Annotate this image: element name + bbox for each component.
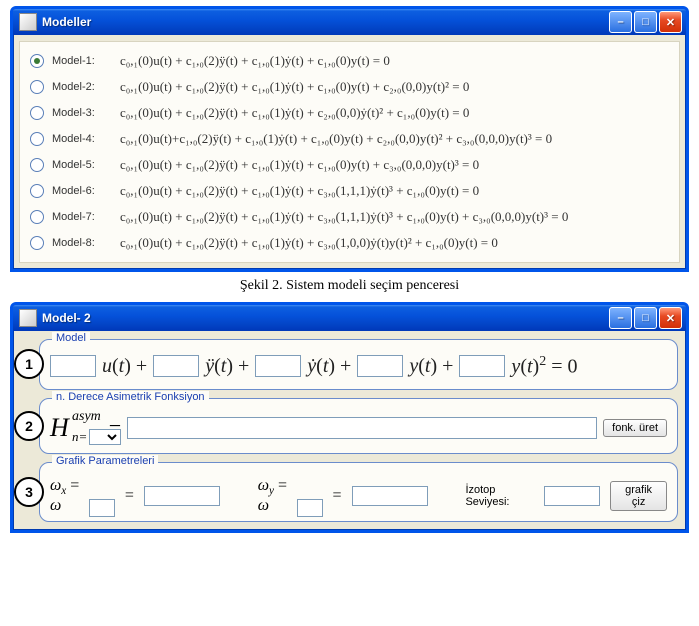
wx-sub-input[interactable] (89, 499, 115, 517)
app-icon (19, 309, 37, 327)
section-badge-2: 2 (14, 411, 44, 441)
model-label: Model-4: (52, 133, 112, 145)
model-row: Model-3: c₀,₁(0)u(t) + c₁,₀(2)ÿ(t) + c₁,… (28, 100, 671, 126)
model-label: Model-8: (52, 237, 112, 249)
window-title: Model- 2 (42, 311, 609, 325)
app-icon (19, 13, 37, 31)
fonk-uret-button[interactable]: fonk. üret (603, 419, 667, 437)
equals-sign: = (125, 487, 134, 505)
titlebar[interactable]: Model- 2 – □ ✕ (13, 305, 686, 331)
hn-sub-prefix: n= (72, 429, 87, 445)
params-row: ωx = ω = ωy = ω = İzotop Seviyesi: grafi… (50, 477, 667, 515)
model-label: Model-5: (52, 159, 112, 171)
izotop-label: İzotop Seviyesi: (465, 484, 534, 508)
model-label: Model-7: (52, 211, 112, 223)
wx-value-input[interactable] (144, 486, 220, 506)
model-row: Model-4: c₀,₁(0)u(t)+c₁,₀(2)ÿ(t) + c₁,₀(… (28, 126, 671, 152)
hn-order-select[interactable] (89, 429, 121, 445)
hn-row: H asym n= = fonk. üret (50, 413, 667, 443)
hn-symbol: H asym n= (50, 413, 103, 443)
grafik-groupbox: Grafik Parametreleri 3 ωx = ω = ωy = ω =… (39, 462, 678, 522)
model-equation: c₀,₁(0)u(t) + c₁,₀(2)ÿ(t) + c₁,₀(1)ẏ(t) … (120, 105, 469, 121)
figure-caption: Şekil 2. Sistem modeli seçim penceresi (0, 278, 699, 294)
model-equation: c₀,₁(0)u(t) + c₁,₀(2)ÿ(t) + c₁,₀(1)ẏ(t) … (120, 79, 469, 95)
modeller-window: Modeller – □ ✕ Model-1: c₀,₁(0)u(t) + c₁… (10, 6, 689, 272)
model-equation: c₀,₁(0)u(t) + c₁,₀(2)ÿ(t) + c₁,₀(1)ẏ(t) … (120, 53, 390, 69)
model-equation: c₀,₁(0)u(t) + c₁,₀(2)ÿ(t) + c₁,₀(1)ẏ(t) … (120, 209, 568, 225)
hn-sub: n= (72, 429, 121, 445)
model-label: Model-1: (52, 55, 112, 67)
model-row: Model-1: c₀,₁(0)u(t) + c₁,₀(2)ÿ(t) + c₁,… (28, 48, 671, 74)
coef-input-y2[interactable] (459, 355, 505, 377)
model-label: Model-6: (52, 185, 112, 197)
window-title: Modeller (42, 15, 609, 29)
coef-input-yd[interactable] (255, 355, 301, 377)
model-label: Model-3: (52, 107, 112, 119)
group-legend: Grafik Parametreleri (52, 455, 158, 467)
model-radio-8[interactable] (30, 236, 44, 250)
asym-groupbox: n. Derece Asimetrik Fonksiyon 2 H asym n… (39, 398, 678, 454)
model-equation: c₀,₁(0)u(t) + c₁,₀(2)ÿ(t) + c₁,₀(1)ẏ(t) … (120, 157, 479, 173)
equals-sign: = (333, 487, 342, 505)
group-legend: Model (52, 332, 90, 344)
term-ydd: ÿ(t) + (205, 355, 249, 378)
grafik-ciz-button[interactable]: grafik çiz (610, 481, 667, 511)
close-button[interactable]: ✕ (659, 11, 682, 33)
close-button[interactable]: ✕ (659, 307, 682, 329)
model-radio-4[interactable] (30, 132, 44, 146)
wx-label: ωx = ω (50, 477, 87, 515)
maximize-button[interactable]: □ (634, 11, 657, 33)
coef-input-u[interactable] (50, 355, 96, 377)
hn-sup: asym (72, 409, 101, 425)
model-radio-5[interactable] (30, 158, 44, 172)
model-row: Model-8: c₀,₁(0)u(t) + c₁,₀(2)ÿ(t) + c₁,… (28, 230, 671, 256)
section-badge-3: 3 (14, 477, 44, 507)
minimize-button[interactable]: – (609, 11, 632, 33)
term-yd: ẏ(t) + (307, 355, 351, 378)
model-radio-3[interactable] (30, 106, 44, 120)
wy-sub-input[interactable] (297, 499, 323, 517)
term-y: y(t) + (409, 355, 453, 378)
model-row: Model-5: c₀,₁(0)u(t) + c₁,₀(2)ÿ(t) + c₁,… (28, 152, 671, 178)
minimize-button[interactable]: – (609, 307, 632, 329)
model-radio-7[interactable] (30, 210, 44, 224)
izotop-input[interactable] (544, 486, 600, 506)
model-equation-row: u(t) + ÿ(t) + ẏ(t) + y(t) + y(t)2 = 0 (50, 354, 667, 379)
maximize-button[interactable]: □ (634, 307, 657, 329)
coef-input-y[interactable] (357, 355, 403, 377)
model-row: Model-6: c₀,₁(0)u(t) + c₁,₀(2)ÿ(t) + c₁,… (28, 178, 671, 204)
model-list: Model-1: c₀,₁(0)u(t) + c₁,₀(2)ÿ(t) + c₁,… (19, 41, 680, 263)
group-legend: n. Derece Asimetrik Fonksiyon (52, 391, 209, 403)
term-u: u(t) + (102, 355, 147, 378)
model-row: Model-7: c₀,₁(0)u(t) + c₁,₀(2)ÿ(t) + c₁,… (28, 204, 671, 230)
model2-window: Model- 2 – □ ✕ Model 1 u(t) + ÿ(t) + ẏ(t… (10, 302, 689, 533)
coef-input-ydd[interactable] (153, 355, 199, 377)
section-badge-1: 1 (14, 349, 44, 379)
model-radio-1[interactable] (30, 54, 44, 68)
model-radio-6[interactable] (30, 184, 44, 198)
model-equation: c₀,₁(0)u(t) + c₁,₀(2)ÿ(t) + c₁,₀(1)ẏ(t) … (120, 183, 479, 199)
model-label: Model-2: (52, 81, 112, 93)
model-equation: c₀,₁(0)u(t)+c₁,₀(2)ÿ(t) + c₁,₀(1)ẏ(t) + … (120, 131, 552, 147)
model-row: Model-2: c₀,₁(0)u(t) + c₁,₀(2)ÿ(t) + c₁,… (28, 74, 671, 100)
hn-result-input[interactable] (127, 417, 597, 439)
model-radio-2[interactable] (30, 80, 44, 94)
model-groupbox: Model 1 u(t) + ÿ(t) + ẏ(t) + y(t) + y(t)… (39, 339, 678, 390)
term-y2: y(t)2 = 0 (511, 354, 577, 379)
titlebar[interactable]: Modeller – □ ✕ (13, 9, 686, 35)
wy-value-input[interactable] (352, 486, 428, 506)
wy-label: ωy = ω (258, 477, 295, 515)
model-equation: c₀,₁(0)u(t) + c₁,₀(2)ÿ(t) + c₁,₀(1)ẏ(t) … (120, 235, 498, 251)
